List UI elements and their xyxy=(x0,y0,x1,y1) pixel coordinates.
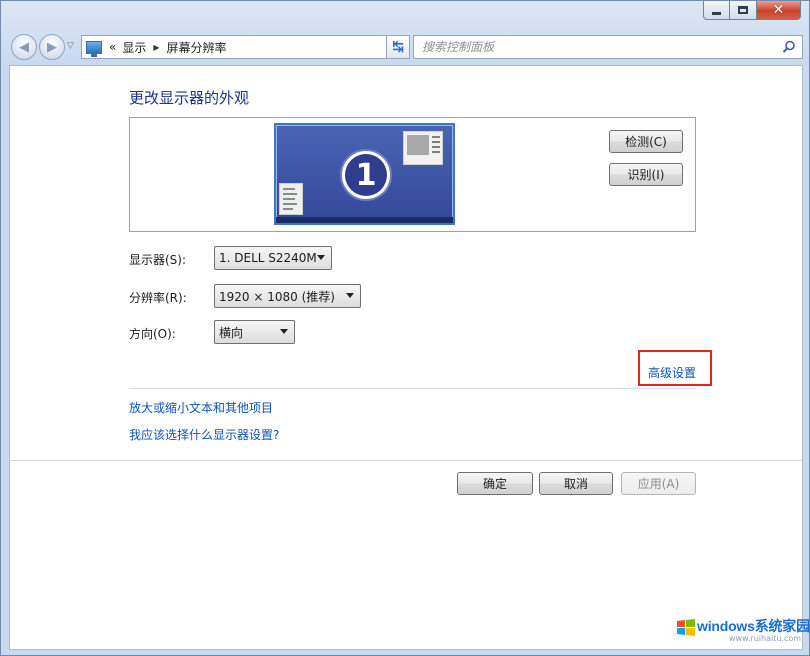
search-icon[interactable] xyxy=(782,40,796,54)
caption-buttons: ✕ xyxy=(703,1,801,20)
back-button[interactable]: ◀ xyxy=(11,34,37,60)
orientation-select[interactable]: 横向 xyxy=(214,320,295,344)
apply-button[interactable]: 应用(A) xyxy=(621,472,696,495)
display-select[interactable]: 1. DELL S2240M xyxy=(214,246,332,270)
ok-button[interactable]: 确定 xyxy=(457,472,533,495)
breadcrumb-screen-resolution[interactable]: 屏幕分辨率 xyxy=(167,39,227,56)
control-panel-icon xyxy=(86,40,102,57)
advanced-settings-link[interactable]: 高级设置 xyxy=(648,364,696,381)
breadcrumb-display[interactable]: 显示 xyxy=(122,39,146,56)
watermark-text: windows系统家园 xyxy=(697,618,810,634)
minimize-button[interactable] xyxy=(703,1,730,20)
monitor-1-tile[interactable]: 1 xyxy=(274,123,455,225)
monitor-number: 1 xyxy=(345,154,387,196)
resolution-label: 分辨率(R): xyxy=(129,291,187,305)
refresh-button[interactable]: ↹ xyxy=(386,35,410,59)
display-settings-help-link[interactable]: 我应该选择什么显示器设置? xyxy=(129,426,279,443)
watermark-url: www.ruihaitu.com xyxy=(729,634,802,643)
close-button[interactable]: ✕ xyxy=(757,1,801,20)
identify-button[interactable]: 识别(I) xyxy=(609,163,683,186)
close-icon: ✕ xyxy=(772,2,785,18)
chevron-down-icon xyxy=(346,293,354,298)
cancel-button[interactable]: 取消 xyxy=(539,472,613,495)
windows-logo-icon xyxy=(677,619,695,636)
search-box xyxy=(413,35,803,59)
recent-pages-dropdown-icon[interactable]: ▽ xyxy=(67,41,74,51)
content-pane: 更改显示器的外观 1 检测(C) 识别(I) 显示器(S): 1. DELL S… xyxy=(9,65,803,650)
text-size-link[interactable]: 放大或缩小文本和其他项目 xyxy=(129,399,273,416)
resolution-select-value: 1920 × 1080 (推荐) xyxy=(219,289,335,304)
mini-window-icon xyxy=(403,131,443,165)
search-input[interactable] xyxy=(422,40,762,54)
orientation-label: 方向(O): xyxy=(129,327,176,341)
chevron-down-icon xyxy=(317,255,325,260)
page-title: 更改显示器的外观 xyxy=(129,89,250,107)
maximize-button[interactable] xyxy=(730,1,757,20)
back-arrow-icon: ◀ xyxy=(19,39,29,55)
maximize-icon xyxy=(738,6,748,14)
detect-button[interactable]: 检测(C) xyxy=(609,130,683,153)
mini-taskbar xyxy=(276,217,453,223)
watermark: windows系统家园 www.ruihaitu.com xyxy=(673,613,810,649)
navigation-toolbar: ◀ ▶ ▽ « 显示 ▶ 屏幕分辨率 ▼ ↹ xyxy=(9,33,803,61)
address-bar[interactable]: « 显示 ▶ 屏幕分辨率 ▼ xyxy=(81,35,408,59)
address-overflow[interactable]: « xyxy=(109,40,116,54)
chevron-down-icon xyxy=(280,329,288,334)
forward-button[interactable]: ▶ xyxy=(39,34,65,60)
minimize-icon xyxy=(712,11,721,15)
forward-arrow-icon: ▶ xyxy=(47,39,57,55)
orientation-select-value: 横向 xyxy=(219,325,244,340)
display-label: 显示器(S): xyxy=(129,253,187,267)
resolution-select[interactable]: 1920 × 1080 (推荐) xyxy=(214,284,361,308)
divider xyxy=(10,460,802,461)
monitor-number-badge: 1 xyxy=(340,149,392,201)
divider xyxy=(129,388,696,389)
refresh-icon: ↹ xyxy=(392,39,404,55)
mini-sidebar-icon xyxy=(279,183,303,215)
control-panel-window: ✕ ◀ ▶ ▽ « 显示 ▶ 屏幕分辨率 ▼ ↹ 更改显示器的外观 xyxy=(0,0,810,656)
breadcrumb-separator-icon[interactable]: ▶ xyxy=(153,43,159,52)
monitor-preview-panel: 1 检测(C) 识别(I) xyxy=(129,117,696,232)
display-select-value: 1. DELL S2240M xyxy=(219,251,317,265)
